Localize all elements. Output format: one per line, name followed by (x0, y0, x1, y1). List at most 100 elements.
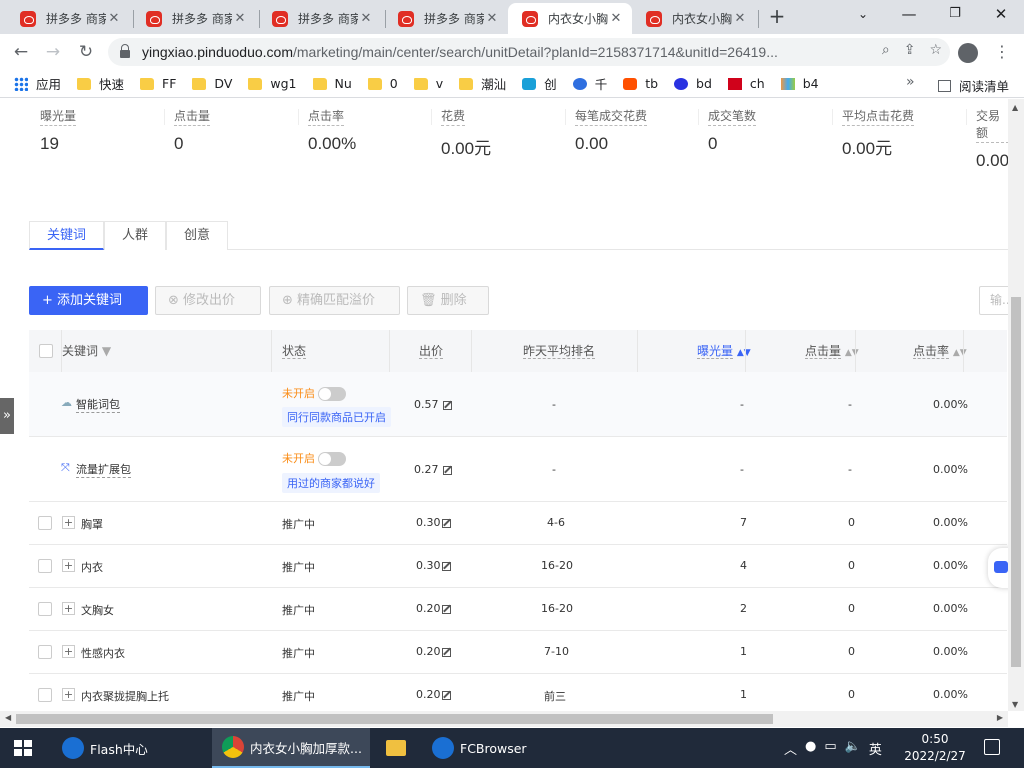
scroll-down-icon[interactable]: ▼ (1012, 700, 1018, 709)
header-ctr[interactable]: 点击率 ▲▼ (913, 330, 967, 372)
header-clicks[interactable]: 点击量 ▲▼ (805, 330, 859, 372)
browser-tab-4[interactable]: 拼多多 商家 ✕ (384, 3, 508, 34)
scroll-right-icon[interactable]: ▶ (997, 713, 1003, 722)
expand-icon[interactable]: + (62, 559, 75, 572)
edit-icon[interactable] (441, 647, 451, 657)
close-icon[interactable]: ✕ (732, 11, 748, 26)
sort-icon[interactable]: ▲▼ (845, 348, 859, 358)
browser-tab-6[interactable]: 内衣女小胸 ✕ (632, 3, 756, 34)
bookmarks-more-icon[interactable]: » (906, 74, 915, 90)
restore-button[interactable]: ❐ (932, 0, 978, 30)
edit-icon[interactable] (441, 690, 451, 700)
browser-tab-5-active[interactable]: 内衣女小胸 ✕ (508, 3, 632, 34)
network-icon[interactable]: ▭ (824, 739, 836, 758)
windows-start-icon[interactable] (14, 740, 32, 756)
bookmark-site[interactable]: 创 (522, 74, 557, 93)
scroll-up-icon[interactable]: ▲ (1012, 103, 1018, 112)
row-checkbox[interactable] (38, 645, 52, 659)
sort-icon[interactable]: ▲▼ (737, 348, 751, 358)
edit-icon[interactable] (441, 604, 451, 614)
notification-icon[interactable] (984, 739, 1000, 755)
browser-menu-icon[interactable]: ⋮ (994, 42, 1010, 61)
minimize-button[interactable]: — (886, 0, 932, 30)
bookmark-folder[interactable]: v (413, 76, 443, 91)
edit-icon[interactable] (441, 518, 451, 528)
modify-bid-button[interactable]: ⊗ 修改出价 (155, 286, 261, 315)
bookmark-folder[interactable]: 潮汕 (459, 74, 506, 93)
bookmark-folder[interactable]: DV (192, 76, 232, 91)
close-window-button[interactable]: ✕ (978, 0, 1024, 30)
address-bar[interactable]: yingxiao.pinduoduo.com/marketing/main/ce… (108, 38, 950, 66)
tab-search-chevron-icon[interactable]: ⌄ (840, 0, 886, 30)
bookmark-site[interactable]: ch (727, 76, 765, 91)
expand-icon[interactable]: + (62, 516, 75, 529)
close-icon[interactable]: ✕ (608, 11, 624, 26)
edit-icon[interactable] (442, 465, 452, 475)
volume-icon[interactable]: 🔈 (845, 739, 861, 758)
select-all-checkbox[interactable] (39, 344, 53, 358)
bookmark-star-icon[interactable]: ☆ (929, 42, 942, 58)
zoom-icon[interactable]: ⌕ (882, 42, 890, 58)
vertical-scrollbar[interactable]: ▲ ▼ (1008, 99, 1024, 711)
scroll-left-icon[interactable]: ◀ (5, 713, 11, 722)
header-impressions[interactable]: 曝光量 ▲▼ (697, 330, 751, 372)
bookmark-site[interactable]: 千 (572, 74, 607, 93)
horizontal-scrollbar[interactable]: ◀ ▶ (0, 711, 1008, 727)
reading-list[interactable]: 阅读清单 (938, 76, 1009, 95)
bookmark-site[interactable]: bd (674, 76, 712, 91)
bookmark-folder[interactable]: 快速 (77, 74, 124, 93)
reload-icon[interactable]: ↻ (75, 41, 97, 63)
url-text[interactable]: yingxiao.pinduoduo.com/marketing/main/ce… (142, 44, 862, 60)
precise-match-premium-button[interactable]: ⊕ 精确匹配溢价 (269, 286, 400, 315)
edit-icon[interactable] (441, 561, 451, 571)
smart-package-toggle[interactable] (318, 387, 346, 401)
tab-audience[interactable]: 人群 (104, 221, 166, 250)
row-checkbox[interactable] (38, 516, 52, 530)
ime-indicator[interactable]: 英 (869, 739, 882, 758)
edit-icon[interactable] (442, 400, 452, 410)
sidebar-expand-button[interactable]: » (0, 398, 14, 434)
keyword-search-input[interactable]: 输... (979, 286, 1008, 315)
system-clock[interactable]: 0:50 2022/2/27 (900, 731, 970, 765)
share-icon[interactable]: ⇪ (904, 42, 916, 58)
filter-icon[interactable]: ▼ (102, 344, 111, 358)
taskbar-flash-center[interactable]: Flash中心 (52, 728, 210, 768)
expand-icon[interactable]: + (62, 688, 75, 701)
row-checkbox[interactable] (38, 602, 52, 616)
bookmark-folder[interactable]: wg1 (248, 76, 297, 91)
bookmark-apps[interactable]: 应用 (14, 74, 61, 93)
close-icon[interactable]: ✕ (484, 11, 500, 26)
qq-penguin-icon[interactable]: ● (805, 739, 816, 758)
delete-button[interactable]: 🗑 删除 (407, 286, 489, 315)
bookmark-site[interactable]: tb (623, 76, 658, 91)
horizontal-scroll-thumb[interactable] (16, 714, 773, 724)
close-icon[interactable]: ✕ (232, 11, 248, 26)
tab-keywords[interactable]: 关键词 (29, 221, 104, 250)
expand-icon[interactable]: + (62, 602, 75, 615)
back-arrow-icon[interactable]: ← (10, 41, 32, 63)
taskbar-file-explorer[interactable] (376, 728, 416, 768)
add-keyword-button[interactable]: + 添加关键词 (29, 286, 148, 315)
expand-icon[interactable]: + (62, 645, 75, 658)
bookmark-site[interactable]: b4 (780, 76, 819, 91)
header-keyword[interactable]: 关键词 ▼ (62, 330, 111, 372)
forward-arrow-icon[interactable]: → (42, 41, 64, 63)
browser-tab-3[interactable]: 拼多多 商家 ✕ (258, 3, 382, 34)
bookmark-folder[interactable]: FF (140, 76, 176, 91)
row-checkbox[interactable] (38, 688, 52, 702)
profile-avatar[interactable] (958, 43, 978, 63)
traffic-package-toggle[interactable] (318, 452, 346, 466)
browser-tab-1[interactable]: 拼多多 商家 ✕ (6, 3, 130, 34)
taskbar-fcbrowser[interactable]: FCBrowser (422, 728, 562, 768)
close-icon[interactable]: ✕ (358, 11, 374, 26)
taskbar-chrome-window[interactable]: 内衣女小胸加厚款... (212, 728, 370, 768)
bookmark-folder[interactable]: Nu (312, 76, 352, 91)
browser-tab-2[interactable]: 拼多多 商家 ✕ (132, 3, 256, 34)
bookmark-folder[interactable]: 0 (367, 76, 398, 91)
close-icon[interactable]: ✕ (106, 11, 122, 26)
tray-chevron-up-icon[interactable]: ︿ (784, 739, 797, 758)
row-checkbox[interactable] (38, 559, 52, 573)
vertical-scroll-thumb[interactable] (1011, 297, 1021, 667)
tab-creative[interactable]: 创意 (166, 221, 228, 250)
new-tab-button[interactable]: + (766, 6, 788, 28)
